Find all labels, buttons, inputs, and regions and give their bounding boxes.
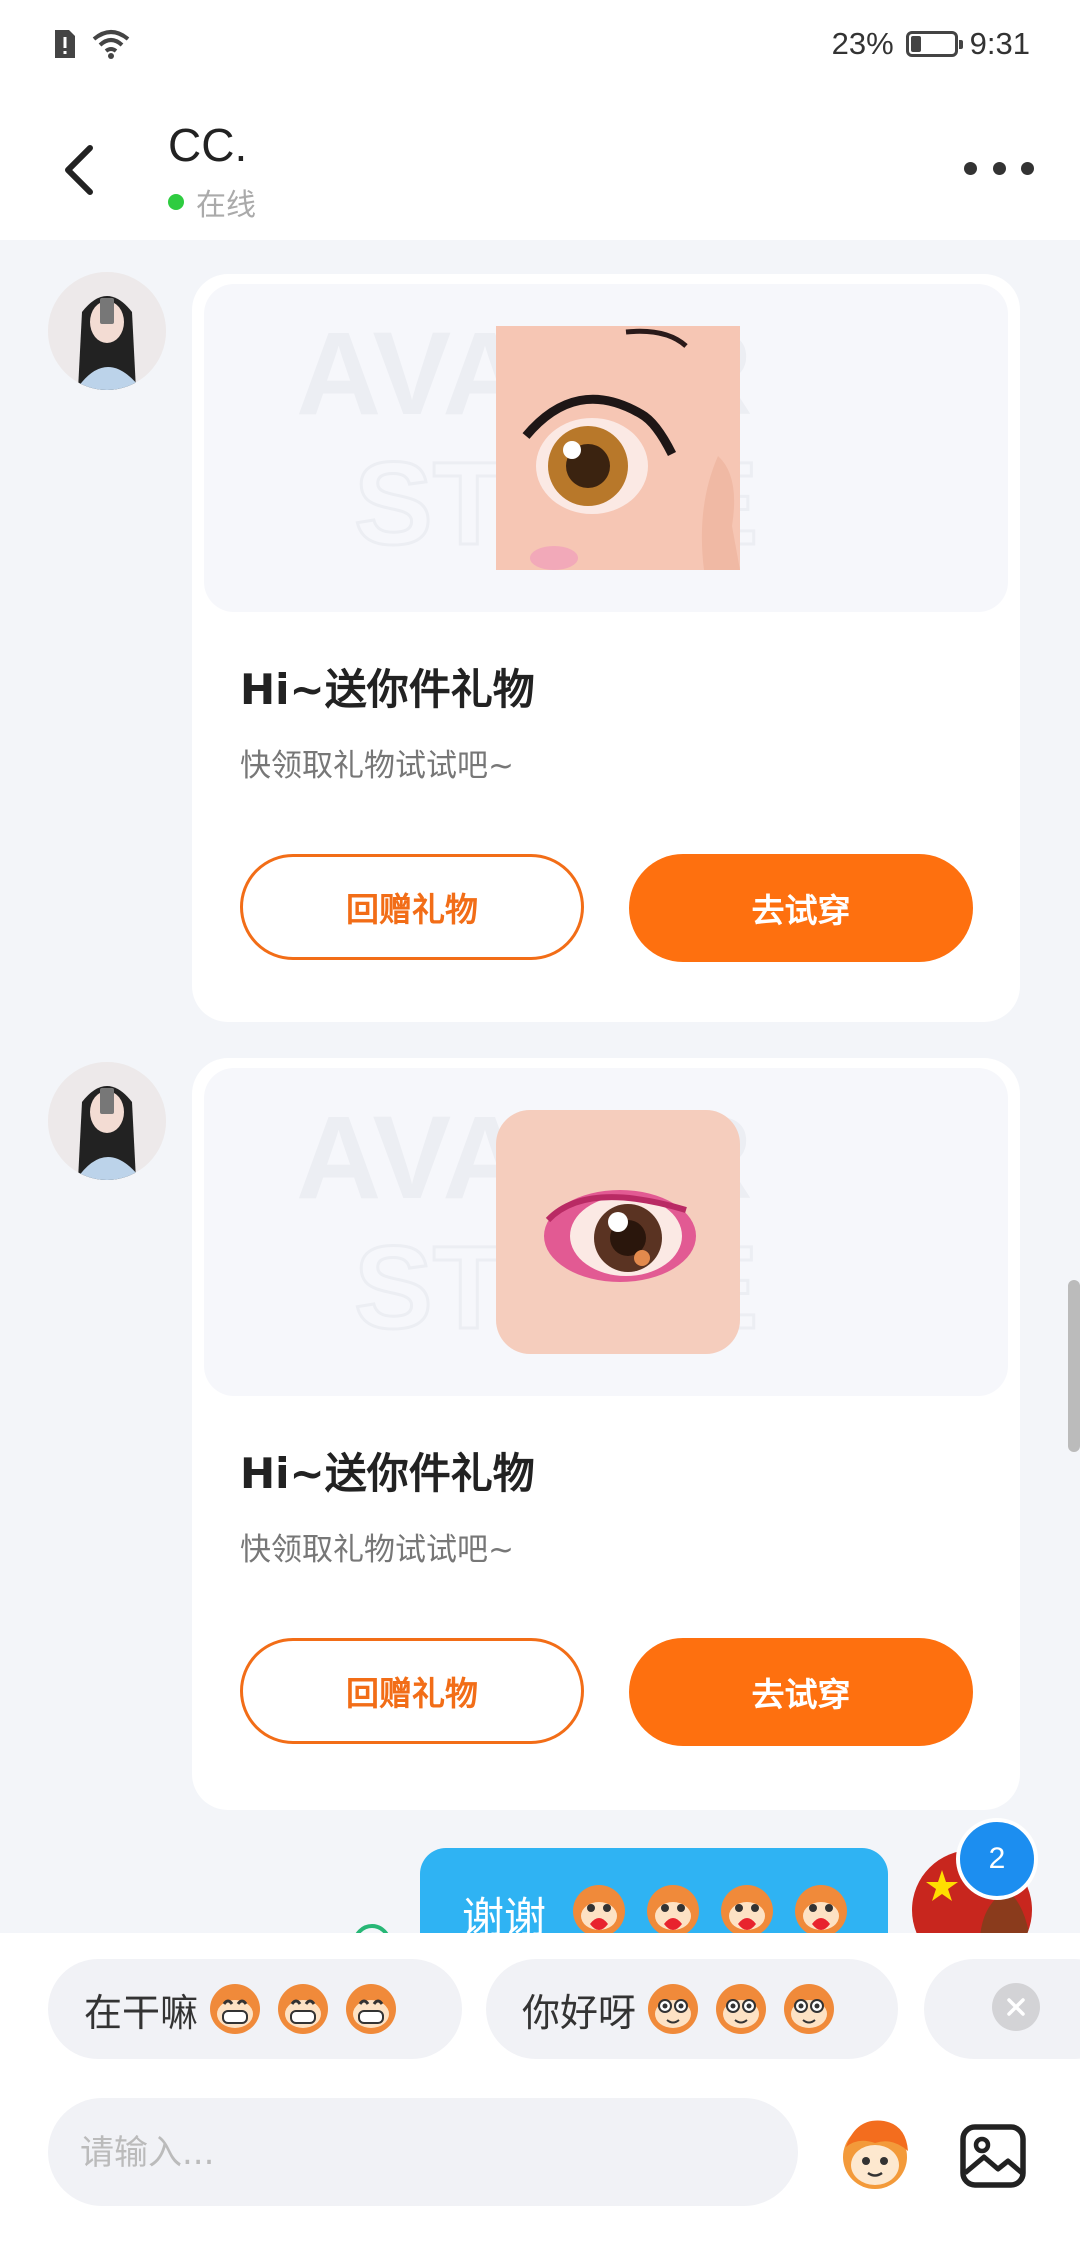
status-bar: 23% 9:31 bbox=[0, 0, 1080, 100]
mascot-emoji-button-icon[interactable] bbox=[832, 2113, 918, 2199]
online-dot-icon bbox=[168, 194, 184, 210]
quick-reply-chip[interactable]: 你好呀 bbox=[486, 1959, 898, 2059]
online-status: 在线 bbox=[168, 180, 256, 224]
more-options-button[interactable] bbox=[964, 148, 1034, 188]
unread-count-badge[interactable]: 2 bbox=[956, 1818, 1038, 1900]
monkey-smile-emoji-icon bbox=[648, 1984, 699, 2034]
contact-name[interactable]: CC. bbox=[168, 118, 247, 172]
quick-reply-chip[interactable]: 在干嘛 bbox=[48, 1959, 462, 2059]
monkey-grin-emoji-icon bbox=[210, 1984, 261, 2034]
message-input[interactable] bbox=[78, 2098, 772, 2208]
back-arrow-icon[interactable] bbox=[52, 140, 112, 200]
dot-icon bbox=[964, 161, 977, 175]
gift-eye-image bbox=[496, 1110, 740, 1354]
monkey-smile-emoji-icon bbox=[716, 1984, 767, 2034]
gift-title: Hi~送你件礼物 bbox=[240, 1449, 535, 1498]
dot-icon bbox=[1021, 161, 1034, 175]
monkey-grin-emoji-icon bbox=[346, 1984, 397, 2034]
monkey-heart-emoji-icon bbox=[647, 1885, 699, 1933]
read-status-icon bbox=[353, 1924, 391, 1933]
monkey-smile-emoji-icon bbox=[784, 1984, 835, 2034]
contact-avatar[interactable] bbox=[48, 272, 166, 390]
sim-alert-icon bbox=[55, 30, 75, 58]
monkey-heart-emoji-icon bbox=[795, 1885, 847, 1933]
gift-eye-image bbox=[496, 326, 740, 570]
quick-reply-text: 在干嘛 bbox=[84, 1990, 199, 2035]
message-input-box[interactable] bbox=[48, 2098, 798, 2208]
clock: 9:31 bbox=[969, 26, 1030, 61]
battery-percent: 23% bbox=[831, 26, 894, 61]
my-message-bubble[interactable]: 谢谢 bbox=[420, 1848, 888, 1933]
gift-subtitle: 快领取礼物试试吧~ bbox=[240, 748, 514, 784]
bottom-panel: 在干嘛 你好呀 bbox=[0, 1933, 1080, 2244]
return-gift-button[interactable]: 回赠礼物 bbox=[240, 854, 584, 960]
return-gift-button[interactable]: 回赠礼物 bbox=[240, 1638, 584, 1744]
contact-avatar[interactable] bbox=[48, 1062, 166, 1180]
gift-card: AVATAR STORE Hi~送你件礼物 快领取礼物试试吧~ 回赠礼物 去试穿 bbox=[192, 1058, 1020, 1810]
monkey-grin-emoji-icon bbox=[278, 1984, 329, 2034]
wifi-icon bbox=[92, 30, 130, 59]
close-icon bbox=[1007, 1998, 1025, 2016]
monkey-heart-emoji-icon bbox=[721, 1885, 773, 1933]
battery-icon bbox=[905, 31, 963, 57]
dot-icon bbox=[992, 161, 1006, 175]
gift-title: Hi~送你件礼物 bbox=[240, 665, 535, 714]
my-message-text: 谢谢 bbox=[462, 1893, 547, 1933]
try-on-button[interactable]: 去试穿 bbox=[629, 854, 973, 962]
try-on-button[interactable]: 去试穿 bbox=[629, 1638, 973, 1746]
scrollbar[interactable] bbox=[1068, 1280, 1080, 1452]
image-picker-icon[interactable] bbox=[958, 2121, 1028, 2191]
chat-area[interactable]: AVATAR STORE Hi~送你件礼物 快领取礼物试试吧~ 回赠礼物 去试穿 bbox=[0, 240, 1080, 1933]
gift-card: AVATAR STORE Hi~送你件礼物 快领取礼物试试吧~ 回赠礼物 去试穿 bbox=[192, 274, 1020, 1022]
online-status-text: 在线 bbox=[196, 188, 256, 223]
gift-image-area: AVATAR STORE bbox=[204, 1068, 1008, 1396]
quick-replies: 在干嘛 你好呀 bbox=[0, 1959, 1080, 2059]
chat-header: CC. 在线 bbox=[0, 100, 1080, 240]
close-quick-replies-button[interactable] bbox=[992, 1983, 1040, 2031]
gift-subtitle: 快领取礼物试试吧~ bbox=[240, 1532, 514, 1568]
gift-image-area: AVATAR STORE bbox=[204, 284, 1008, 612]
quick-reply-text: 你好呀 bbox=[522, 1990, 637, 2035]
monkey-heart-emoji-icon bbox=[573, 1885, 625, 1933]
